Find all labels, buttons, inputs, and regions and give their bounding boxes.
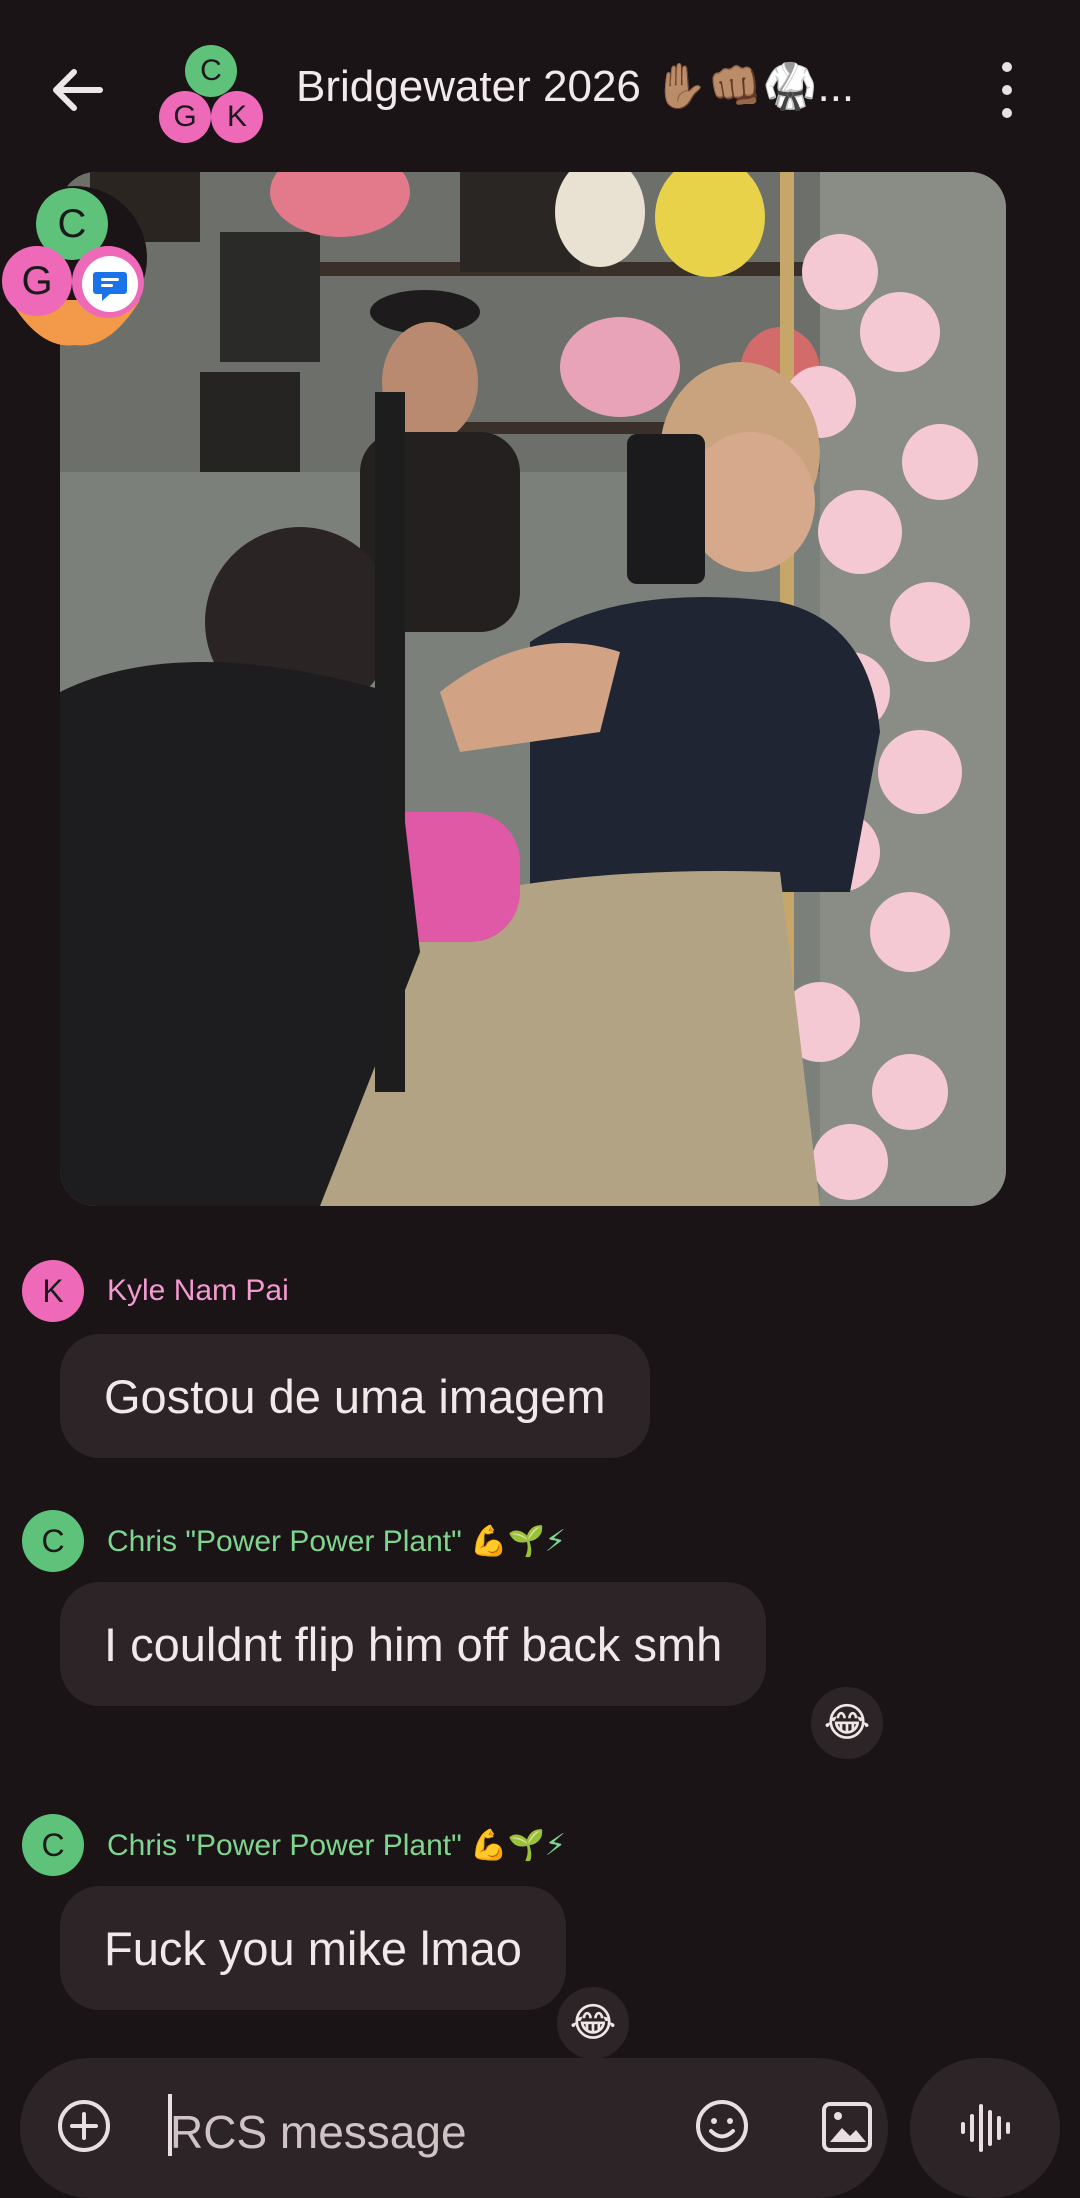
sender-avatar-c[interactable]: C [22, 1510, 84, 1572]
sender-name: Kyle Nam Pai [107, 1274, 289, 1307]
messages-app-badge-icon [82, 256, 138, 312]
laughing-reaction-icon[interactable]: 😂 [808, 1684, 886, 1762]
gallery-icon[interactable] [820, 2096, 874, 2156]
sender-avatar-c[interactable]: C [22, 1814, 84, 1876]
sender-name: Chris "Power Power Plant" 💪🌱⚡ [107, 1829, 566, 1862]
top-app-bar: C G K Bridgewater 2026 ✋🏽👊🏽🥋... [0, 0, 1080, 175]
voice-message-icon[interactable] [910, 2058, 1060, 2198]
message-input[interactable] [170, 2102, 570, 2162]
avatar-k: K [211, 91, 263, 143]
emoji-icon[interactable] [692, 2096, 752, 2156]
add-attachment-icon[interactable] [56, 2098, 112, 2154]
back-arrow-icon[interactable] [44, 62, 110, 118]
sender-name: Chris "Power Power Plant" 💪🌱⚡ [107, 1525, 566, 1558]
message-bubble[interactable]: Gostou de uma imagem [60, 1334, 650, 1458]
more-options-icon[interactable] [990, 62, 1024, 118]
group-avatar[interactable]: C G K [155, 45, 267, 145]
message-bubble[interactable]: Fuck you mike lmao [60, 1886, 566, 2010]
message-composer [20, 2058, 888, 2198]
waveform-icon [961, 2104, 1010, 2152]
avatar-g-photo: G [2, 246, 72, 316]
shared-photo[interactable] [60, 172, 1006, 1206]
sender-avatar-k[interactable]: K [22, 1260, 84, 1322]
laughing-reaction-icon[interactable]: 😂 [554, 1984, 632, 2062]
conversation-title[interactable]: Bridgewater 2026 ✋🏽👊🏽🥋... [296, 60, 854, 112]
message-bubble[interactable]: I couldnt flip him off back smh [60, 1582, 767, 1706]
avatar-c: C [185, 45, 237, 97]
photo-sender-avatar: C G [0, 180, 150, 350]
avatar-g: G [159, 91, 211, 143]
photo-image [60, 172, 1006, 1206]
